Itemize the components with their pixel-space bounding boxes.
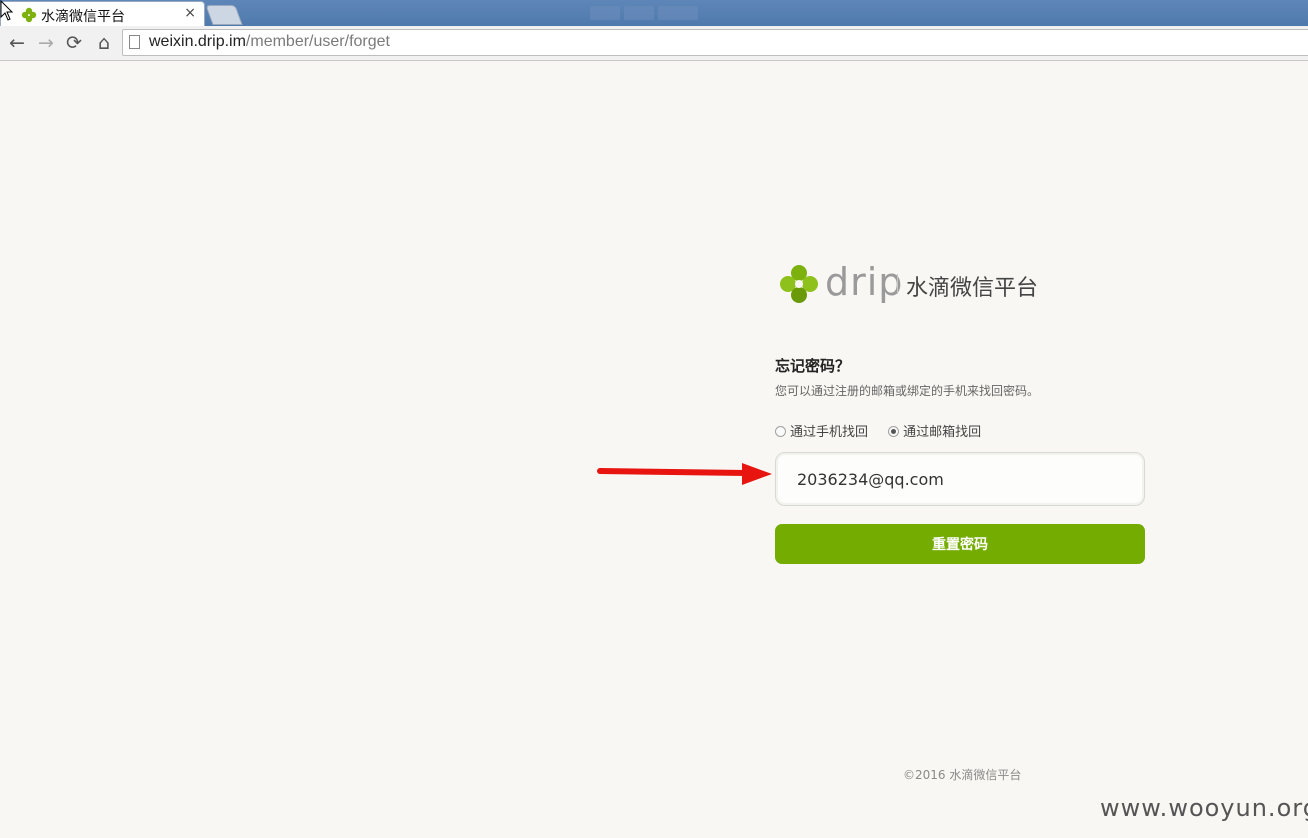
logo-separator bbox=[897, 274, 898, 294]
radio-phone-option[interactable]: 通过手机找回 bbox=[775, 421, 868, 440]
footer-copyright: ©2016 水滴微信平台 bbox=[903, 768, 1022, 782]
url-host: weixin.drip.im bbox=[149, 33, 246, 50]
form-description: 您可以通过注册的邮箱或绑定的手机来找回密码。 bbox=[775, 384, 1040, 398]
drip-wordmark: drip bbox=[825, 260, 904, 304]
radio-phone-label: 通过手机找回 bbox=[790, 425, 869, 440]
browser-toolbar: ← → ⟳ ⌂ weixin.drip.im/member/user/forge… bbox=[0, 26, 1308, 61]
watermark: www.wooyun.org bbox=[1100, 794, 1308, 822]
drip-logo: drip 水滴微信平台 bbox=[779, 260, 1079, 304]
radio-email-option[interactable]: 通过邮箱找回 bbox=[888, 421, 981, 440]
back-arrow-icon[interactable]: ← bbox=[6, 32, 28, 54]
radio-email-label: 通过邮箱找回 bbox=[903, 425, 982, 440]
page-icon bbox=[129, 35, 140, 49]
mouse-cursor-icon bbox=[0, 0, 14, 21]
brand-name: 水滴微信平台 bbox=[906, 276, 1039, 301]
email-input[interactable] bbox=[775, 452, 1145, 506]
clover-logo-icon bbox=[780, 265, 818, 303]
reset-password-button[interactable]: 重置密码 bbox=[775, 524, 1145, 564]
tab-title: 水滴微信平台 bbox=[41, 9, 125, 25]
window-controls bbox=[590, 6, 698, 20]
radio-unchecked-icon[interactable] bbox=[775, 426, 786, 437]
form-title: 忘记密码？ bbox=[775, 357, 851, 375]
url-path: /member/user/forget bbox=[245, 33, 390, 50]
tab-close-icon[interactable]: × bbox=[184, 5, 196, 21]
recovery-method-options: 通过手机找回 通过邮箱找回 bbox=[775, 421, 997, 440]
new-tab-button[interactable] bbox=[205, 5, 243, 25]
address-bar[interactable]: weixin.drip.im/member/user/forget bbox=[122, 29, 1308, 56]
browser-titlebar: 水滴微信平台 × bbox=[0, 0, 1308, 26]
home-icon[interactable]: ⌂ bbox=[93, 32, 115, 54]
red-arrow-annotation-icon bbox=[597, 463, 772, 485]
reload-icon[interactable]: ⟳ bbox=[63, 32, 85, 54]
address-url: weixin.drip.im/member/user/forget bbox=[149, 33, 390, 51]
radio-checked-icon[interactable] bbox=[888, 426, 900, 437]
clover-favicon-icon bbox=[21, 7, 37, 23]
forward-arrow-icon[interactable]: → bbox=[35, 32, 57, 54]
browser-tab-active[interactable]: 水滴微信平台 × bbox=[0, 1, 205, 26]
